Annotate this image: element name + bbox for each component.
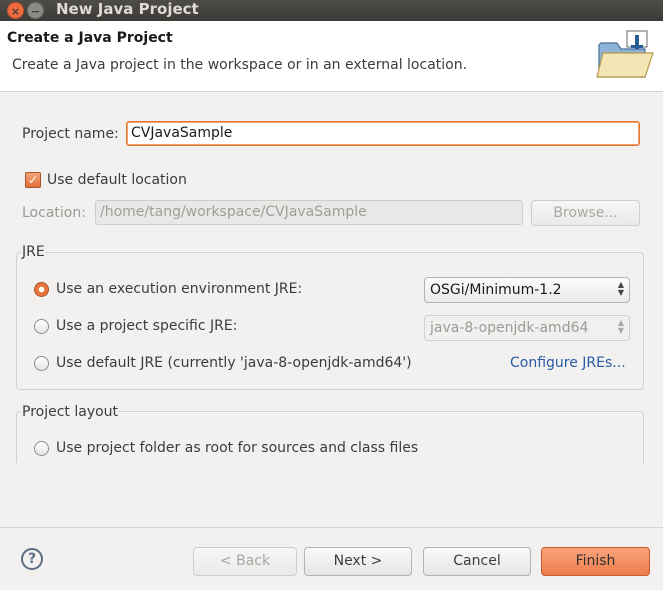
jre-default-radio[interactable] bbox=[34, 356, 49, 371]
location-input[interactable]: /home/tang/workspace/CVJavaSample bbox=[95, 200, 523, 225]
project-folder-root-label: Use project folder as root for sources a… bbox=[56, 440, 419, 456]
project-specific-jre-select[interactable]: java-8-openjdk-amd64 ▲ ▼ bbox=[424, 315, 630, 341]
window-title: New Java Project bbox=[56, 0, 199, 18]
jre-execution-env-label: Use an execution environment JRE: bbox=[56, 281, 303, 297]
jre-group-legend: JRE bbox=[21, 243, 46, 261]
help-icon[interactable]: ? bbox=[21, 548, 43, 570]
project-folder-root-radio[interactable] bbox=[34, 441, 49, 456]
configure-jres-link[interactable]: Configure JREs... bbox=[510, 354, 626, 372]
location-label: Location: bbox=[22, 205, 86, 221]
jre-default-label: Use default JRE (currently 'java-8-openj… bbox=[56, 355, 412, 371]
back-button[interactable]: < Back bbox=[193, 547, 297, 576]
page-description: Create a Java project in the workspace o… bbox=[12, 57, 468, 73]
next-button[interactable]: Next > bbox=[304, 547, 412, 576]
use-default-location-label: Use default location bbox=[47, 172, 187, 188]
cancel-button[interactable]: Cancel bbox=[423, 547, 531, 576]
execution-environment-value: OSGi/Minimum-1.2 bbox=[430, 282, 562, 298]
wizard-header: Create a Java Project Create a Java proj… bbox=[0, 21, 663, 92]
java-project-folder-icon bbox=[596, 30, 654, 78]
jre-project-specific-radio[interactable] bbox=[34, 319, 49, 334]
browse-button[interactable]: Browse... bbox=[531, 200, 640, 226]
minimize-icon[interactable]: − bbox=[27, 2, 44, 19]
use-default-location-checkbox[interactable]: ✓ bbox=[25, 172, 41, 188]
spinner-arrows-icon: ▲ ▼ bbox=[617, 318, 624, 335]
execution-environment-select[interactable]: OSGi/Minimum-1.2 ▲ ▼ bbox=[424, 277, 630, 303]
project-name-input[interactable]: CVJavaSample bbox=[126, 121, 640, 146]
project-name-label: Project name: bbox=[22, 126, 119, 142]
project-layout-group-legend: Project layout bbox=[21, 403, 120, 421]
page-title: Create a Java Project bbox=[7, 30, 173, 46]
project-specific-jre-value: java-8-openjdk-amd64 bbox=[430, 320, 589, 336]
jre-project-specific-label: Use a project specific JRE: bbox=[56, 318, 238, 334]
close-icon[interactable]: × bbox=[7, 2, 24, 19]
finish-button[interactable]: Finish bbox=[541, 547, 650, 576]
jre-execution-env-radio[interactable] bbox=[34, 282, 49, 297]
window-titlebar: × − New Java Project bbox=[0, 0, 663, 21]
spinner-arrows-icon: ▲ ▼ bbox=[617, 280, 624, 297]
footer-separator bbox=[0, 527, 663, 528]
